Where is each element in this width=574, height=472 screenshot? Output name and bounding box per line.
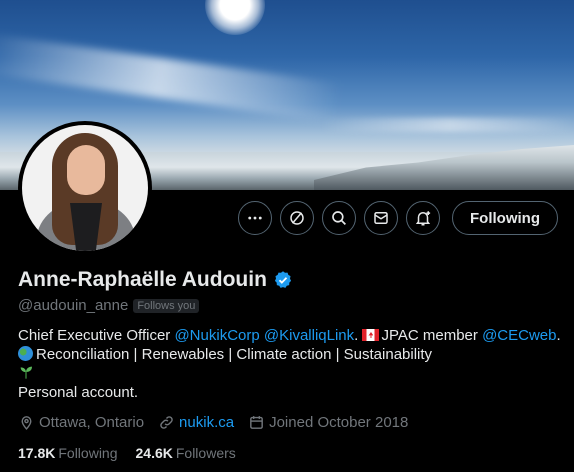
- followers-stat[interactable]: 24.6K Followers: [136, 445, 236, 461]
- following-button[interactable]: Following: [452, 201, 558, 235]
- globe-icon: [18, 346, 33, 361]
- profile-stats: 17.8K Following 24.6K Followers: [18, 445, 254, 461]
- grok-icon: [290, 211, 304, 225]
- seedling-icon: [20, 366, 32, 379]
- profile-handle: @audouin_anne: [18, 297, 129, 314]
- location-item: Ottawa, Ontario: [18, 414, 144, 431]
- follows-you-badge: Follows you: [133, 298, 200, 313]
- mention-nukikcorp[interactable]: @NukikCorp: [174, 327, 259, 344]
- link-icon: [160, 416, 173, 429]
- location-text: Ottawa, Ontario: [39, 414, 145, 431]
- bio-text: Reconciliation | Renewables | Climate ac…: [36, 346, 433, 363]
- bio-text: .: [556, 327, 561, 344]
- bio-line-4: Personal account.: [18, 384, 139, 401]
- following-stat[interactable]: 17.8K Following: [18, 445, 118, 461]
- grok-button[interactable]: [280, 201, 315, 235]
- banner-cloud-2: [320, 118, 574, 132]
- following-count: 17.8K: [18, 445, 56, 461]
- profile-name: Anne-Raphaëlle Audouin: [18, 268, 267, 291]
- bio-line-2: Reconciliation | Renewables | Climate ac…: [18, 345, 563, 364]
- notifications-button[interactable]: [406, 201, 441, 235]
- bio-text: Chief Executive Officer: [18, 327, 175, 344]
- profile-meta: Ottawa, Ontario nukik.ca Joined October …: [18, 414, 422, 431]
- search-icon: [332, 211, 346, 225]
- bio-line-3: [18, 364, 563, 383]
- banner-cloud: [0, 33, 342, 123]
- profile-avatar[interactable]: [18, 121, 152, 255]
- message-button[interactable]: [364, 201, 399, 235]
- profile-name-row: Anne-Raphaëlle Audouin: [18, 268, 293, 292]
- profile-actions: Following: [238, 201, 558, 235]
- joined-item: Joined October 2018: [248, 414, 408, 431]
- banner-sun: [205, 0, 265, 35]
- bio-text: JPAC member: [381, 327, 483, 344]
- following-label: Following: [58, 445, 118, 461]
- website-link[interactable]: nukik.ca: [179, 414, 234, 431]
- profile-bio: Chief Executive Officer @NukikCorp @Kiva…: [18, 326, 563, 402]
- notification-bell-icon: [415, 211, 431, 226]
- bio-line-1: Chief Executive Officer @NukikCorp @Kiva…: [18, 326, 563, 345]
- avatar-photo: [22, 125, 148, 251]
- calendar-icon: [250, 416, 263, 429]
- avatar-face: [67, 145, 105, 195]
- website-item: nukik.ca: [158, 414, 234, 431]
- profile-handle-row: @audouin_anne Follows you: [18, 297, 200, 314]
- location-pin-icon: [21, 416, 32, 430]
- mention-cecweb[interactable]: @CECweb: [482, 327, 556, 344]
- bio-text: .: [354, 327, 363, 344]
- search-button[interactable]: [322, 201, 357, 235]
- message-icon: [374, 212, 388, 224]
- mention-kivalliqlink[interactable]: @KivalliqLink: [264, 327, 354, 344]
- followers-count: 24.6K: [135, 445, 173, 461]
- canada-flag-icon: [362, 329, 380, 341]
- more-icon: [248, 216, 262, 220]
- verified-badge-icon[interactable]: [273, 270, 293, 290]
- more-button[interactable]: [238, 201, 273, 235]
- joined-text: Joined October 2018: [269, 414, 409, 431]
- followers-label: Followers: [175, 445, 236, 461]
